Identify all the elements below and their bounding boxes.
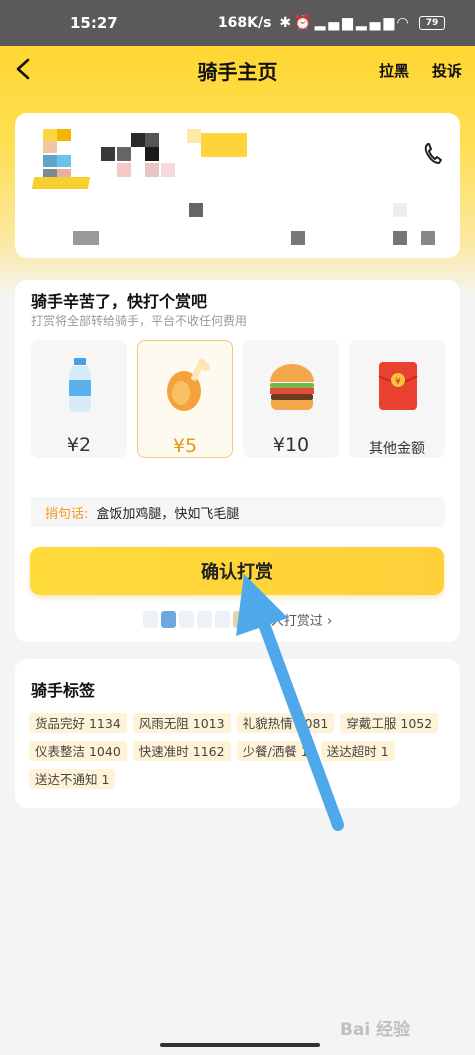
home-indicator (160, 1043, 320, 1047)
battery-icon: 79 (419, 16, 445, 30)
battery-level: 79 (425, 18, 439, 28)
signal-icon: ▂▄▆ (355, 15, 398, 31)
status-time: 15:27 (70, 14, 118, 32)
tip-card: 骑手辛苦了，快打个赏吧 打赏将全部转给骑手，平台不收任何费用 ¥2 ¥5 ¥10… (15, 280, 460, 642)
tip-option-10[interactable]: ¥10 (243, 340, 339, 458)
tags-title: 骑手标签 (31, 681, 96, 700)
phone-icon[interactable] (422, 141, 444, 167)
message-phrase-field[interactable]: 捎句话: 盒饭加鸡腿，快如飞毛腿 (31, 497, 445, 527)
burger-icon (270, 364, 314, 410)
status-right: 168K/s ✱⏰▂▄▆▂▄▆◠ 79 (218, 15, 445, 31)
tags-list: 货品完好 1134 风雨无阻 1013 礼貌热情 1081 穿戴工服 1052 … (29, 713, 449, 789)
tip-option-other[interactable]: ¥ 其他金额 (349, 340, 445, 458)
tipper-avatar (250, 610, 266, 628)
bluetooth-icon: ✱ (279, 15, 295, 31)
tip-option-label: ¥5 (172, 435, 198, 457)
tip-option-2[interactable]: ¥2 (31, 340, 127, 458)
phrase-text: 盒饭加鸡腿，快如飞毛腿 (96, 506, 240, 522)
tipper-avatar (142, 610, 158, 628)
alarm-icon: ⏰ (294, 15, 315, 31)
tip-subtitle: 打赏将全部转给骑手，平台不收任何费用 (31, 314, 248, 328)
watermark: Bai 经验 (340, 1020, 411, 1040)
rider-tags-card: 骑手标签 货品完好 1134 风雨无阻 1013 礼貌热情 1081 穿戴工服 … (15, 659, 460, 808)
phrase-label: 捎句话: (45, 506, 89, 522)
tipper-avatar (160, 610, 176, 628)
tip-option-label: ¥10 (272, 434, 310, 456)
block-button[interactable]: 拉黑 (379, 60, 409, 81)
rider-tag: 礼貌热情 1081 (236, 713, 335, 733)
rider-avatar[interactable] (29, 127, 91, 191)
status-bar: 15:27 168K/s ✱⏰▂▄▆▂▄▆◠ 79 (0, 0, 475, 46)
water-bottle-icon (69, 358, 91, 412)
red-envelope-icon: ¥ (378, 362, 418, 410)
status-icons: ✱⏰▂▄▆▂▄▆◠ (279, 15, 411, 31)
report-button[interactable]: 投诉 (432, 60, 462, 81)
tippers-link[interactable]: 人打赏过 › (15, 607, 460, 631)
tip-option-5[interactable]: ¥5 (137, 340, 233, 458)
rider-tag: 穿戴工服 1052 (340, 713, 439, 733)
tip-title: 骑手辛苦了，快打个赏吧 (31, 292, 208, 311)
tip-options: ¥2 ¥5 ¥10 ¥ 其他金额 (31, 340, 445, 460)
signal-icon: ▂▄▆ (314, 15, 356, 31)
tipper-avatar (178, 610, 194, 628)
tip-option-label: ¥2 (66, 434, 92, 456)
rider-tag: 货品完好 1134 (29, 713, 127, 733)
tippers-count-text: 人打赏过 › (270, 613, 333, 629)
wifi-icon: ◠ (397, 15, 411, 31)
rider-tag: 送达不通知 1 (29, 769, 116, 789)
rider-name-redacted (101, 129, 261, 189)
svg-text:¥: ¥ (395, 377, 401, 387)
tipper-avatar (214, 610, 230, 628)
confirm-tip-button[interactable]: 确认打赏 (30, 547, 444, 595)
chicken-leg-icon (167, 359, 210, 411)
tip-option-label: 其他金额 (369, 441, 425, 457)
rider-tag: 送达超时 1 (320, 741, 395, 761)
rider-info-card (15, 113, 460, 258)
rider-tag: 快速准时 1162 (132, 741, 231, 761)
rider-tag: 少餐/洒餐 1 (236, 741, 315, 761)
rider-tag: 风雨无阻 1013 (132, 713, 231, 733)
tipper-avatar (232, 610, 248, 628)
network-speed: 168K/s (217, 15, 272, 31)
nav-bar: 骑手主页 拉黑 投诉 (0, 46, 475, 94)
rider-tag: 仪表整洁 1040 (29, 741, 127, 761)
tipper-avatar (196, 610, 212, 628)
back-arrow-icon[interactable] (12, 56, 36, 82)
